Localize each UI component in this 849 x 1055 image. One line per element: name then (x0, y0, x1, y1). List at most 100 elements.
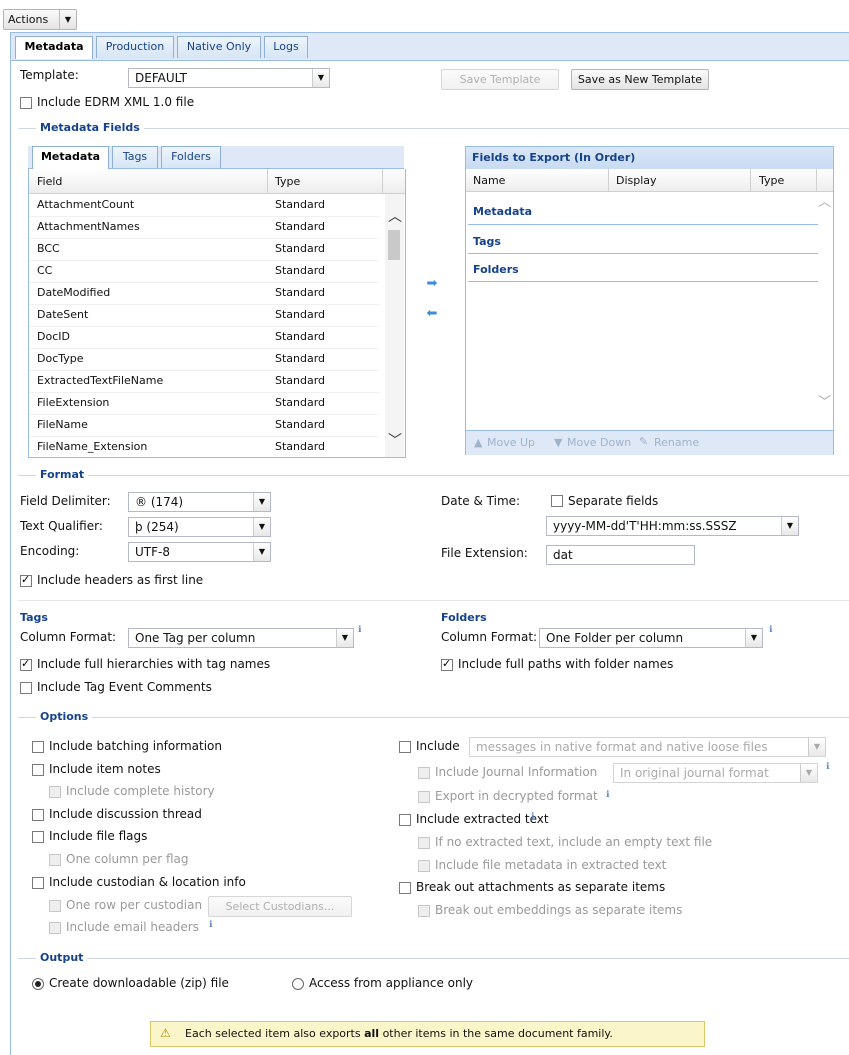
col-field-header[interactable]: Field (37, 175, 62, 188)
export-group-tags: Tags (473, 235, 501, 248)
move-down-button[interactable]: Move Down (567, 436, 631, 449)
table-row[interactable]: BCC Standard (29, 238, 379, 261)
select-custodians-button[interactable]: Select Custodians... (208, 896, 352, 917)
table-row[interactable]: FileName_Extension Standard (29, 436, 379, 457)
table-row[interactable]: FileExtension Standard (29, 392, 379, 415)
folders-column-format-select[interactable]: One Folder per column ▼ (539, 628, 763, 648)
tab-production[interactable]: Production (96, 36, 174, 58)
discussion-checkbox[interactable] (32, 809, 44, 821)
info-icon[interactable]: ℹ (769, 625, 772, 635)
one-row-custodian-label: One row per custodian (66, 898, 203, 912)
fields-tab-folders[interactable]: Folders (161, 146, 221, 168)
datetime-format-value: yyyy-MM-dd'T'HH:mm:ss.SSSZ (553, 519, 737, 533)
add-field-arrow-icon[interactable]: ➡ (424, 277, 440, 291)
scroll-down-icon[interactable]: ﹀ (388, 430, 402, 450)
email-headers-label: Include email headers (66, 920, 199, 934)
save-template-button[interactable]: Save Template (441, 69, 559, 90)
scroll-thumb[interactable] (388, 230, 400, 260)
tab-metadata[interactable]: Metadata (15, 36, 93, 59)
batching-checkbox[interactable] (32, 741, 44, 753)
table-row[interactable]: FileName Standard (29, 414, 379, 437)
fields-scrollbar[interactable]: ︿ ﹀ (385, 194, 404, 457)
zip-radio[interactable] (32, 978, 44, 990)
save-as-new-template-button[interactable]: Save as New Template (571, 69, 709, 90)
move-up-button[interactable]: Move Up (487, 436, 535, 449)
folders-column-format-label: Column Format: (441, 630, 538, 644)
notice-post: other items in the same document family. (379, 1027, 613, 1040)
remove-field-arrow-icon[interactable]: ⬅ (424, 307, 440, 321)
encoding-select[interactable]: UTF-8 ▼ (128, 542, 271, 562)
export-scrollbar[interactable]: ︿ ﹀ (816, 191, 833, 429)
info-icon[interactable]: ℹ (531, 812, 534, 822)
table-row[interactable]: DateSent Standard (29, 304, 379, 327)
text-qualifier-value: þ (254) (135, 520, 179, 534)
appliance-radio[interactable] (292, 978, 304, 990)
file-metadata-checkbox[interactable] (418, 860, 430, 872)
one-column-flag-checkbox[interactable] (49, 854, 61, 866)
headers-checkbox[interactable] (20, 573, 32, 587)
info-icon[interactable]: ℹ (826, 762, 829, 772)
table-row[interactable]: DocType Standard (29, 348, 379, 371)
discussion-label: Include discussion thread (49, 807, 202, 821)
actions-button[interactable]: Actions ▼ (3, 9, 77, 30)
tags-column-format-label: Column Format: (20, 630, 117, 644)
decrypted-checkbox[interactable] (418, 791, 430, 803)
text-qualifier-select[interactable]: þ (254) ▼ (128, 517, 271, 537)
tag-hierarchies-checkbox[interactable] (20, 657, 32, 671)
up-arrow-icon: ▲ (474, 436, 483, 449)
custodian-checkbox[interactable] (32, 877, 44, 889)
col-type-header[interactable]: Type (759, 174, 784, 187)
rename-button[interactable]: Rename (654, 436, 699, 449)
file-flags-checkbox[interactable] (32, 831, 44, 843)
tag-event-comments-checkbox[interactable] (20, 682, 32, 694)
notice-text: Each selected item also exports all othe… (185, 1027, 613, 1040)
journal-label: Include Journal Information (435, 765, 598, 779)
info-icon[interactable]: ℹ (209, 920, 212, 930)
include-native-checkbox[interactable] (399, 741, 411, 753)
col-type-header[interactable]: Type (275, 175, 300, 188)
scroll-up-icon[interactable]: ︿ (818, 191, 831, 210)
template-select[interactable]: DEFAULT ▼ (128, 68, 330, 88)
table-row[interactable]: AttachmentNames Standard (29, 216, 379, 239)
col-name-header[interactable]: Name (473, 174, 505, 187)
tab-native-only[interactable]: Native Only (177, 36, 261, 58)
include-native-select[interactable]: messages in native format and native loo… (469, 737, 826, 757)
table-row[interactable]: DocID Standard (29, 326, 379, 349)
field-type-cell: Standard (275, 396, 326, 409)
datetime-format-select[interactable]: yyyy-MM-dd'T'HH:mm:ss.SSSZ ▼ (546, 516, 799, 536)
table-row[interactable]: ExtractedTextFileName Standard (29, 370, 379, 393)
edrm-checkbox[interactable] (20, 97, 32, 109)
fields-tab-metadata[interactable]: Metadata (32, 146, 109, 169)
empty-text-checkbox[interactable] (418, 837, 430, 849)
item-notes-checkbox[interactable] (32, 764, 44, 776)
table-row[interactable]: AttachmentCount Standard (29, 194, 379, 217)
one-row-custodian-checkbox[interactable] (49, 900, 61, 912)
info-icon[interactable]: ℹ (606, 790, 609, 800)
info-icon[interactable]: ℹ (358, 625, 361, 635)
folder-paths-checkbox[interactable] (441, 657, 453, 671)
field-delimiter-select[interactable]: ® (174) ▼ (128, 492, 271, 512)
extracted-text-checkbox[interactable] (399, 814, 411, 826)
break-embeddings-checkbox[interactable] (418, 905, 430, 917)
email-headers-checkbox[interactable] (49, 922, 61, 934)
separate-fields-checkbox[interactable] (551, 495, 563, 507)
col-divider (382, 169, 383, 193)
table-row[interactable]: CC Standard (29, 260, 379, 283)
journal-checkbox[interactable] (418, 767, 430, 779)
break-attachments-checkbox[interactable] (399, 882, 411, 894)
file-extension-input[interactable]: dat (546, 545, 695, 565)
tags-column-format-select[interactable]: One Tag per column ▼ (128, 628, 354, 648)
scroll-up-icon[interactable]: ︿ (388, 206, 402, 226)
zip-label: Create downloadable (zip) file (49, 976, 229, 990)
tab-logs[interactable]: Logs (264, 36, 308, 58)
col-display-header[interactable]: Display (616, 174, 657, 187)
col-divider (816, 169, 817, 191)
field-name-cell: DateModified (37, 286, 111, 299)
table-row[interactable]: DateModified Standard (29, 282, 379, 305)
journal-select[interactable]: In original journal format ▼ (613, 763, 818, 783)
scroll-down-icon[interactable]: ﹀ (818, 391, 831, 410)
field-name-cell: FileName_Extension (37, 440, 148, 453)
complete-history-checkbox[interactable] (49, 786, 61, 798)
field-name-cell: CC (37, 264, 53, 277)
fields-tab-tags[interactable]: Tags (112, 146, 158, 168)
